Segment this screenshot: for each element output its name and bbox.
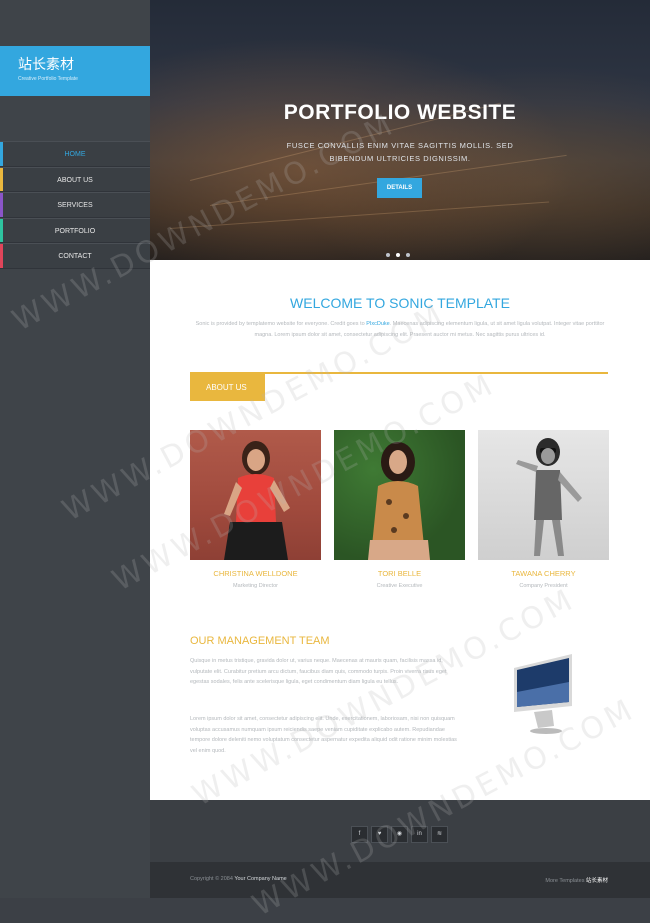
team-card: TAWANA CHERRY Company President xyxy=(478,430,609,589)
more-templates[interactable]: More Templates 站长素材 xyxy=(545,876,608,884)
management-paragraph: Lorem ipsum dolor sit amet, consectetur … xyxy=(190,716,457,754)
slider-dots xyxy=(386,244,416,260)
main-content: WELCOME TO SONIC TEMPLATE Sonic is provi… xyxy=(150,260,650,800)
team-card: TORI BELLE Creative Executive xyxy=(334,430,465,589)
person-illustration xyxy=(516,438,582,556)
team-card: CHRISTINA WELLDONE Marketing Director xyxy=(190,430,321,589)
company-name: Your Company Name xyxy=(234,876,287,882)
bottom-bar: Copyright © 2084 Your Company Name More … xyxy=(150,862,650,898)
details-button[interactable]: DETAILS xyxy=(377,178,422,198)
team-role: Company President xyxy=(519,583,568,589)
sidebar: 站长素材 Creative Portfolio Template HOME AB… xyxy=(0,0,150,898)
team-role: Marketing Director xyxy=(233,583,278,589)
nav-accent-bar xyxy=(0,218,3,242)
copyright: Copyright © 2084 Your Company Name xyxy=(190,876,287,882)
nav-accent-bar xyxy=(0,193,3,217)
credit-link[interactable]: PIxcDuke xyxy=(366,321,390,327)
team-name: TORI BELLE xyxy=(377,569,422,578)
nav-item-about-us[interactable]: ABOUT US xyxy=(0,166,150,192)
team-photo xyxy=(334,430,465,560)
logo-title: 站长素材 xyxy=(18,57,74,73)
team-name: CHRISTINA WELLDONE xyxy=(213,569,298,578)
hero-title: PORTFOLIO WEBSITE xyxy=(283,101,517,124)
nav-accent-bar xyxy=(0,244,3,268)
linkedin-icon[interactable]: in xyxy=(411,826,428,843)
team-role: Creative Executive xyxy=(376,583,423,589)
slider-dot[interactable] xyxy=(406,253,410,257)
main-nav: HOME ABOUT US SERVICES PORTFOLIO CONTACT xyxy=(0,141,150,269)
footer: f ♥ ◉ in ≋ xyxy=(150,800,650,862)
logo[interactable]: 站长素材 Creative Portfolio Template xyxy=(0,46,150,96)
hero-text: FUSCE CONVALLIS ENIM VITAE SAGITTIS MOLL… xyxy=(286,141,514,163)
slider-dot[interactable] xyxy=(386,253,390,257)
nav-accent-bar xyxy=(0,167,3,191)
team-name: TAWANA CHERRY xyxy=(511,569,576,578)
about-us-tab[interactable]: ABOUT US xyxy=(190,374,265,401)
facebook-icon[interactable]: f xyxy=(351,826,368,843)
welcome-title: WELCOME TO SONIC TEMPLATE xyxy=(290,295,510,311)
management-paragraph: Quisque in metus tristique, gravida dolo… xyxy=(190,658,447,685)
feed-icon[interactable]: ≋ xyxy=(431,826,448,843)
hero-slider: PORTFOLIO WEBSITE FUSCE CONVALLIS ENIM V… xyxy=(150,0,650,260)
rss-icon[interactable]: ◉ xyxy=(391,826,408,843)
person-illustration xyxy=(224,441,290,560)
logo-subtitle: Creative Portfolio Template xyxy=(18,76,78,82)
team-photo xyxy=(478,430,609,560)
management-title: OUR MANAGEMENT TEAM xyxy=(190,635,330,647)
person-illustration xyxy=(368,442,430,560)
nav-item-contact[interactable]: CONTACT xyxy=(0,243,150,269)
slider-dot-active[interactable] xyxy=(396,253,400,257)
nav-item-portfolio[interactable]: PORTFOLIO xyxy=(0,217,150,243)
imac-image xyxy=(514,654,572,734)
nav-accent-bar xyxy=(0,142,3,166)
nav-item-home[interactable]: HOME xyxy=(0,141,150,167)
social-links: f ♥ ◉ in ≋ xyxy=(351,822,451,843)
welcome-text: Sonic is provided by templatemo website … xyxy=(195,321,605,338)
team-photo xyxy=(190,430,321,560)
twitter-icon[interactable]: ♥ xyxy=(371,826,388,843)
hero-light-streak xyxy=(170,201,550,229)
nav-item-services[interactable]: SERVICES xyxy=(0,192,150,218)
